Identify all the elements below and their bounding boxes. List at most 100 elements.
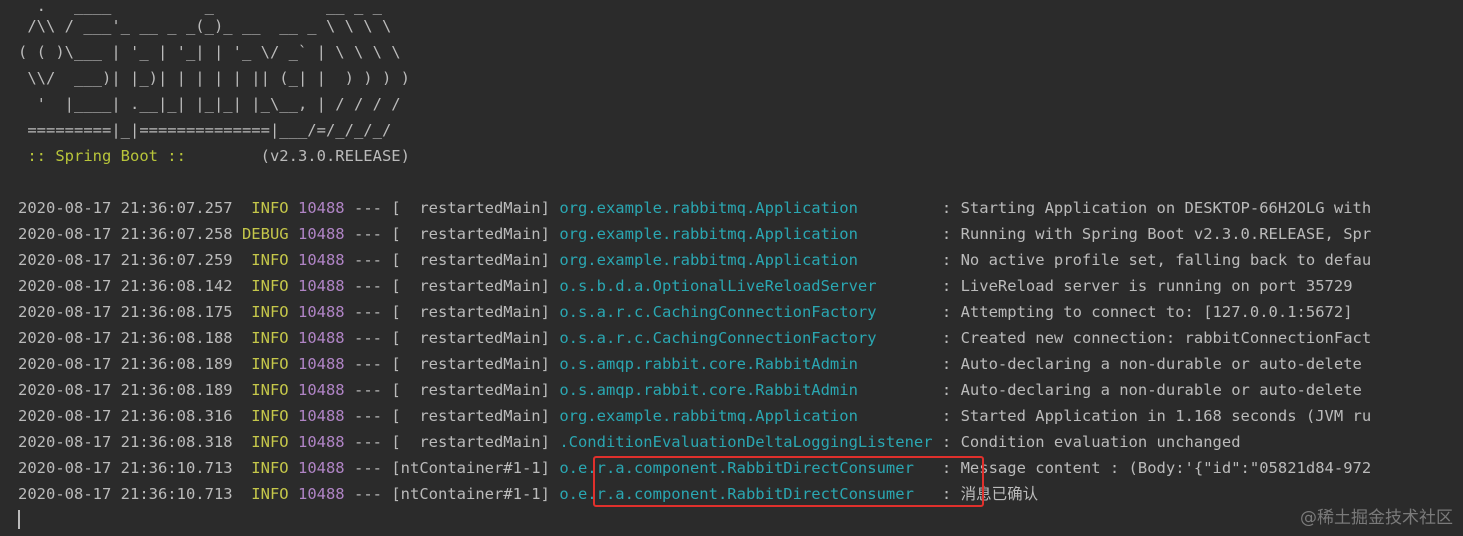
log-separator: --- bbox=[344, 329, 392, 347]
log-separator: --- bbox=[344, 355, 392, 373]
log-pid: 10488 bbox=[297, 277, 345, 295]
log-timestamp: 2020-08-17 21:36:10.713 bbox=[18, 459, 233, 477]
log-thread: [ restartedMain] bbox=[391, 303, 550, 321]
banner-line: ' |____| .__|_| |_|_| |_\__, | / / / / bbox=[18, 95, 401, 113]
log-pid: 10488 bbox=[297, 199, 345, 217]
banner-line: \\/ ___)| |_)| | | | | || (_| | ) ) ) ) bbox=[18, 69, 410, 87]
log-pid: 10488 bbox=[297, 485, 345, 503]
log-message: : No active profile set, falling back to… bbox=[932, 251, 1372, 269]
log-level: INFO bbox=[232, 199, 289, 217]
log-message: : Running with Spring Boot v2.3.0.RELEAS… bbox=[932, 225, 1372, 243]
log-timestamp: 2020-08-17 21:36:07.257 bbox=[18, 199, 233, 217]
log-message: : Starting Application on DESKTOP-66H2OL… bbox=[932, 199, 1372, 217]
log-thread: [ restartedMain] bbox=[391, 329, 550, 347]
log-thread: [ restartedMain] bbox=[391, 199, 550, 217]
log-line: 2020-08-17 21:36:08.175 INFO 10488 --- [… bbox=[18, 299, 1353, 325]
banner-line: /\\ / ___'_ __ _ _(_)_ __ __ _ \ \ \ \ bbox=[18, 17, 392, 35]
log-message: : Started Application in 1.168 seconds (… bbox=[932, 407, 1372, 425]
log-message: : Auto-declaring a non-durable or auto-d… bbox=[932, 381, 1362, 399]
log-separator: --- bbox=[344, 407, 392, 425]
log-message: : Message content : (Body:'{"id":"05821d… bbox=[932, 459, 1372, 477]
banner-line: =========|_|==============|___/=/_/_/_/ bbox=[18, 121, 392, 139]
log-logger: o.s.amqp.rabbit.core.RabbitAdmin bbox=[559, 355, 933, 373]
log-level: INFO bbox=[232, 459, 289, 477]
log-timestamp: 2020-08-17 21:36:10.713 bbox=[18, 485, 233, 503]
log-pid: 10488 bbox=[297, 303, 345, 321]
log-thread: [ restartedMain] bbox=[391, 277, 550, 295]
log-line: 2020-08-17 21:36:08.188 INFO 10488 --- [… bbox=[18, 325, 1371, 351]
log-level: INFO bbox=[232, 329, 289, 347]
log-level: DEBUG bbox=[232, 225, 289, 243]
log-separator: --- bbox=[344, 433, 392, 451]
log-separator: --- bbox=[344, 303, 392, 321]
log-pid: 10488 bbox=[297, 251, 345, 269]
log-thread: [ restartedMain] bbox=[391, 381, 550, 399]
log-logger: org.example.rabbitmq.Application bbox=[559, 225, 933, 243]
log-level: INFO bbox=[232, 277, 289, 295]
log-timestamp: 2020-08-17 21:36:08.189 bbox=[18, 355, 233, 373]
log-logger: org.example.rabbitmq.Application bbox=[559, 407, 933, 425]
console-output: . ____ _ __ _ _ /\\ / ___'_ __ _ _(_)_ _… bbox=[0, 0, 1463, 536]
log-level: INFO bbox=[232, 303, 289, 321]
log-message: : Created new connection: rabbitConnecti… bbox=[932, 329, 1372, 347]
log-line: 2020-08-17 21:36:08.142 INFO 10488 --- [… bbox=[18, 273, 1353, 299]
log-timestamp: 2020-08-17 21:36:08.189 bbox=[18, 381, 233, 399]
log-logger: org.example.rabbitmq.Application bbox=[559, 251, 933, 269]
log-line: 2020-08-17 21:36:08.318 INFO 10488 --- [… bbox=[18, 429, 1241, 455]
log-level: INFO bbox=[232, 381, 289, 399]
log-logger: org.example.rabbitmq.Application bbox=[559, 199, 933, 217]
log-message: : Auto-declaring a non-durable or auto-d… bbox=[932, 355, 1362, 373]
log-level: INFO bbox=[232, 407, 289, 425]
log-logger: o.s.a.r.c.CachingConnectionFactory bbox=[559, 329, 933, 347]
log-level: INFO bbox=[232, 485, 289, 503]
log-logger: o.s.b.d.a.OptionalLiveReloadServer bbox=[559, 277, 933, 295]
highlight-annotation-box bbox=[593, 456, 984, 507]
log-pid: 10488 bbox=[297, 407, 345, 425]
log-thread: [ restartedMain] bbox=[391, 433, 550, 451]
log-level: INFO bbox=[232, 433, 289, 451]
log-logger: .ConditionEvaluationDeltaLoggingListener bbox=[559, 433, 933, 451]
log-logger: o.s.amqp.rabbit.core.RabbitAdmin bbox=[559, 381, 933, 399]
log-thread: [ntContainer#1-1] bbox=[391, 459, 550, 477]
text-cursor[interactable] bbox=[18, 510, 20, 529]
log-line: 2020-08-17 21:36:07.258 DEBUG 10488 --- … bbox=[18, 221, 1371, 247]
log-timestamp: 2020-08-17 21:36:07.258 bbox=[18, 225, 233, 243]
log-timestamp: 2020-08-17 21:36:07.259 bbox=[18, 251, 233, 269]
log-line: 2020-08-17 21:36:07.257 INFO 10488 --- [… bbox=[18, 195, 1371, 221]
log-line: 2020-08-17 21:36:08.189 INFO 10488 --- [… bbox=[18, 351, 1362, 377]
log-message: : Attempting to connect to: [127.0.0.1:5… bbox=[932, 303, 1353, 321]
banner-line: ( ( )\___ | '_ | '_| | '_ \/ _` | \ \ \ … bbox=[18, 43, 401, 61]
log-timestamp: 2020-08-17 21:36:08.318 bbox=[18, 433, 233, 451]
spring-boot-label: :: Spring Boot :: bbox=[18, 147, 196, 165]
log-line: 2020-08-17 21:36:08.189 INFO 10488 --- [… bbox=[18, 377, 1362, 403]
log-thread: [ntContainer#1-1] bbox=[391, 485, 550, 503]
log-thread: [ restartedMain] bbox=[391, 251, 550, 269]
log-separator: --- bbox=[344, 459, 392, 477]
log-message: : LiveReload server is running on port 3… bbox=[932, 277, 1353, 295]
log-message: : Condition evaluation unchanged bbox=[932, 433, 1241, 451]
log-pid: 10488 bbox=[297, 381, 345, 399]
log-line: 2020-08-17 21:36:08.316 INFO 10488 --- [… bbox=[18, 403, 1371, 429]
log-timestamp: 2020-08-17 21:36:08.316 bbox=[18, 407, 233, 425]
log-separator: --- bbox=[344, 381, 392, 399]
log-pid: 10488 bbox=[297, 433, 345, 451]
log-thread: [ restartedMain] bbox=[391, 225, 550, 243]
log-timestamp: 2020-08-17 21:36:08.142 bbox=[18, 277, 233, 295]
spring-boot-version: (v2.3.0.RELEASE) bbox=[195, 147, 410, 165]
log-line: 2020-08-17 21:36:07.259 INFO 10488 --- [… bbox=[18, 247, 1371, 273]
log-separator: --- bbox=[344, 225, 392, 243]
log-separator: --- bbox=[344, 485, 392, 503]
log-logger: o.s.a.r.c.CachingConnectionFactory bbox=[559, 303, 933, 321]
log-thread: [ restartedMain] bbox=[391, 407, 550, 425]
log-timestamp: 2020-08-17 21:36:08.175 bbox=[18, 303, 233, 321]
log-level: INFO bbox=[232, 251, 289, 269]
log-pid: 10488 bbox=[297, 355, 345, 373]
log-separator: --- bbox=[344, 251, 392, 269]
log-pid: 10488 bbox=[297, 329, 345, 347]
log-thread: [ restartedMain] bbox=[391, 355, 550, 373]
watermark: @稀土掘金技术社区 bbox=[1300, 508, 1453, 528]
log-separator: --- bbox=[344, 199, 392, 217]
log-pid: 10488 bbox=[297, 225, 345, 243]
log-timestamp: 2020-08-17 21:36:08.188 bbox=[18, 329, 233, 347]
log-separator: --- bbox=[344, 277, 392, 295]
